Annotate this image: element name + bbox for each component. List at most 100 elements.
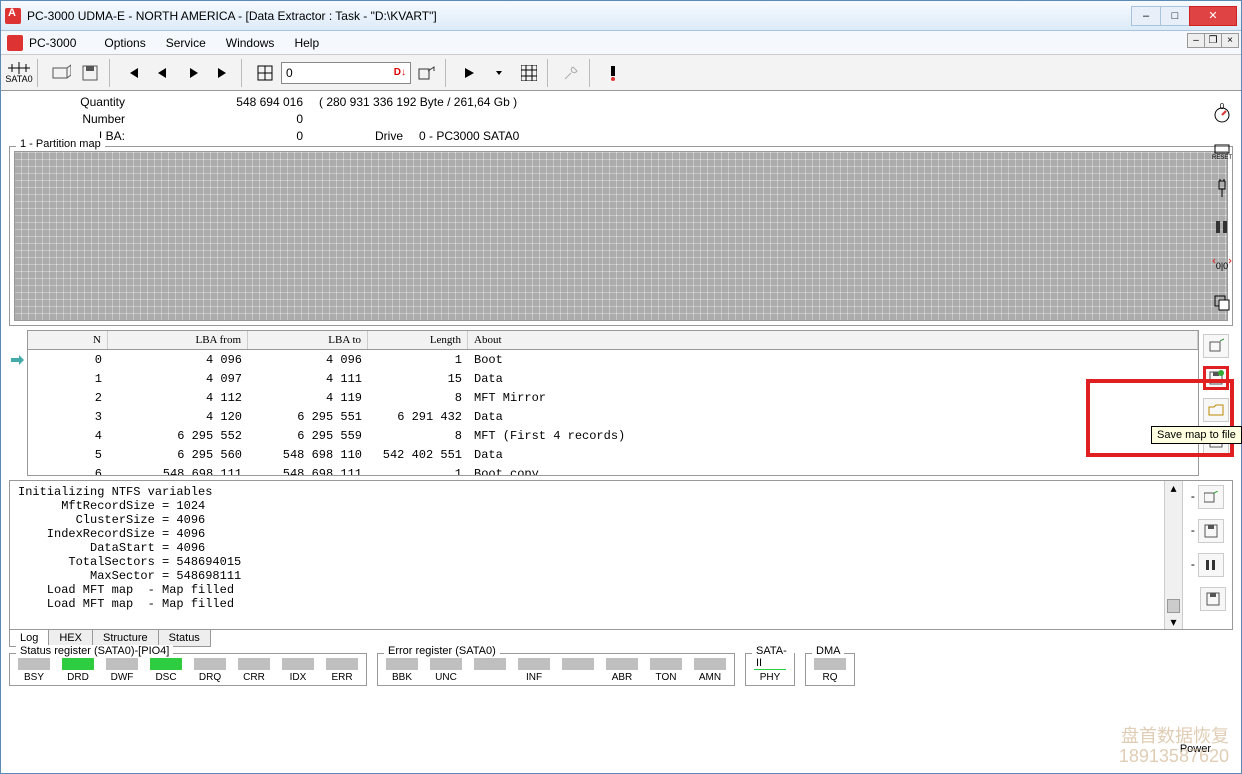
sector-grid[interactable]: N LBA from LBA to Length About 04 0964 0… [27,330,1199,476]
save-task-button[interactable] [77,59,105,87]
pause-icon[interactable] [1210,215,1234,239]
save-map-tooltip: Save map to file [1151,426,1242,444]
sata2-legend: SATA-II [752,645,794,669]
maximize-button[interactable]: □ [1160,6,1190,26]
error-register-legend: Error register (SATA0) [384,645,500,657]
drive-value: 0 - PC3000 SATA0 [403,129,519,143]
play-dropdown[interactable] [485,59,513,87]
dma-legend: DMA [812,645,844,657]
reg-drd: DRD [60,658,96,683]
status-panel: Status register (SATA0)-[PIO4] BSYDRDDWF… [9,653,1233,711]
table-row[interactable]: 6548 698 111548 698 1111Boot copy [28,464,1198,475]
menu-help[interactable]: Help [284,36,329,50]
exit-icon[interactable] [599,59,627,87]
save-map-button[interactable] [1203,366,1229,390]
reg-abr: ABR [604,658,640,683]
sata-port-label: SATA0 [5,74,32,84]
nav-next-button[interactable] [179,59,207,87]
col-from[interactable]: LBA from [108,331,248,349]
matrix-icon[interactable] [515,59,543,87]
partition-map-legend: 1 - Partition map [16,138,105,150]
reset-icon[interactable]: RESET [1210,139,1234,163]
reg-inf: INF [516,658,552,683]
drive-label: Drive [303,129,403,143]
close-button[interactable]: ✕ [1189,6,1237,26]
plug-icon[interactable] [1210,177,1234,201]
table-row[interactable]: 24 1124 1198MFT Mirror [28,388,1198,407]
lba-value: 0 [133,129,303,143]
brand-label[interactable]: PC-3000 [29,36,76,50]
log-side-toolbar: - - - [1182,481,1232,629]
table-row[interactable]: 46 295 5526 295 5598MFT (First 4 records… [28,426,1198,445]
window-title: PC-3000 UDMA-E - NORTH AMERICA - [Data E… [27,9,1132,23]
binary-icon[interactable]: 0|0 [1210,253,1234,277]
power-label: Power [1180,743,1211,755]
menubar: PC-3000 Options Service Windows Help – ❐… [1,31,1241,55]
status-register-legend: Status register (SATA0)-[PIO4] [16,645,173,657]
col-n[interactable]: N [28,331,108,349]
menu-options[interactable]: Options [94,36,155,50]
table-row[interactable]: 56 295 560548 698 110542 402 551Data [28,445,1198,464]
col-len[interactable]: Length [368,331,468,349]
right-toolbar: 0 RESET 0|0 [1207,101,1237,315]
number-label: Number [13,112,133,126]
log-export-button[interactable] [1198,485,1224,509]
reg-crr: CRR [236,658,272,683]
reg-dwf: DWF [104,658,140,683]
col-to[interactable]: LBA to [248,331,368,349]
play-button[interactable] [455,59,483,87]
sata-port-button[interactable]: SATA0 [5,59,33,87]
menu-service[interactable]: Service [156,36,216,50]
watermark: 盘首数据恢复 18913587620 [1119,727,1229,767]
minimize-button[interactable]: – [1131,6,1161,26]
log-pause-button[interactable] [1198,553,1224,577]
grid-side-toolbar [1199,330,1233,476]
table-row[interactable]: 04 0964 0961Boot [28,350,1198,369]
log-text[interactable]: Initializing NTFS variables MftRecordSiz… [10,481,1164,629]
col-about[interactable]: About [468,331,1198,349]
reg-rq: RQ [812,658,848,683]
log-tabs: LogHEXStructureStatus [9,630,1233,647]
quantity-value: 548 694 016 [133,95,303,109]
grid-header: N LBA from LBA to Length About [28,331,1198,350]
log-panel: Initializing NTFS variables MftRecordSiz… [9,480,1233,630]
lba-input[interactable]: 0 D↓ [281,62,411,84]
menu-windows[interactable]: Windows [216,36,285,50]
number-value: 0 [133,112,303,126]
quantity-extra: ( 280 931 336 192 Byte / 261,64 Gb ) [303,95,517,109]
copy-icon[interactable] [1210,291,1234,315]
partition-map-group: 1 - Partition map [9,146,1233,326]
svg-text:0: 0 [1220,103,1225,111]
log-save2-button[interactable] [1200,587,1226,611]
lba-input-flag: D↓ [394,67,406,78]
dma-group: DMA RQ [805,653,855,686]
add-map-button[interactable] [1203,334,1229,358]
nav-prev-button[interactable] [149,59,177,87]
lba-input-value: 0 [286,66,293,80]
error-register-group: Error register (SATA0) BBKUNCINFABRTONAM… [377,653,735,686]
partition-map[interactable] [14,151,1228,321]
mdi-minimize[interactable]: – [1187,33,1205,48]
toolbar: SATA0 0 D↓ [1,55,1241,91]
grid-icon[interactable] [251,59,279,87]
mdi-close[interactable]: × [1221,33,1239,48]
open-map-button[interactable] [1203,398,1229,422]
speed-icon[interactable]: 0 [1210,101,1234,125]
open-arrow-button[interactable] [413,59,441,87]
reg-amn: AMN [692,658,728,683]
table-row[interactable]: 14 0974 11115Data [28,369,1198,388]
svg-text:0|0: 0|0 [1216,261,1228,271]
log-scrollbar[interactable]: ▴ ▾ [1164,481,1182,629]
open-task-button[interactable] [47,59,75,87]
mdi-restore[interactable]: ❐ [1204,33,1222,48]
tools-icon[interactable] [557,59,585,87]
app-icon [5,8,21,24]
reg-drq: DRQ [192,658,228,683]
reg-bbk: BBK [384,658,420,683]
table-row[interactable]: 34 1206 295 5516 291 432Data [28,407,1198,426]
nav-last-button[interactable] [209,59,237,87]
reg-blank [472,658,508,683]
nav-first-button[interactable] [119,59,147,87]
reg-idx: IDX [280,658,316,683]
log-save-button[interactable] [1198,519,1224,543]
